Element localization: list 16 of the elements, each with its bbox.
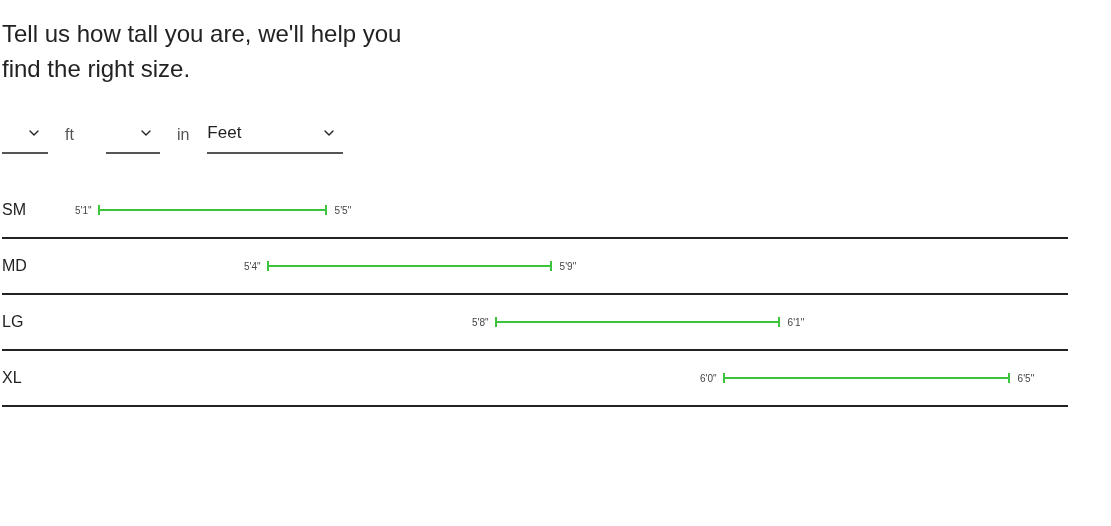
min-height-label: 5'4" xyxy=(244,259,261,274)
max-height-label: 6'5" xyxy=(1017,371,1035,386)
min-height-label: 6'0" xyxy=(700,371,717,386)
unit-label: ft xyxy=(65,125,74,145)
size-label: LG xyxy=(2,312,25,332)
max-height-label: 5'5" xyxy=(334,203,352,218)
heading: Tell us how tall you are, we'll help you find the right size. xyxy=(2,19,403,84)
unit-label: in xyxy=(176,125,190,145)
size-label: XL xyxy=(2,368,23,388)
min-height-label: 5'1" xyxy=(75,203,92,218)
size-label: SM xyxy=(2,200,27,220)
unit-select[interactable]: Feet xyxy=(207,114,344,154)
size-label: MD xyxy=(2,256,28,276)
max-height-label: 6'1" xyxy=(787,315,805,330)
max-height-label: 5'9" xyxy=(559,259,577,274)
min-height-label: 5'8" xyxy=(472,315,489,330)
